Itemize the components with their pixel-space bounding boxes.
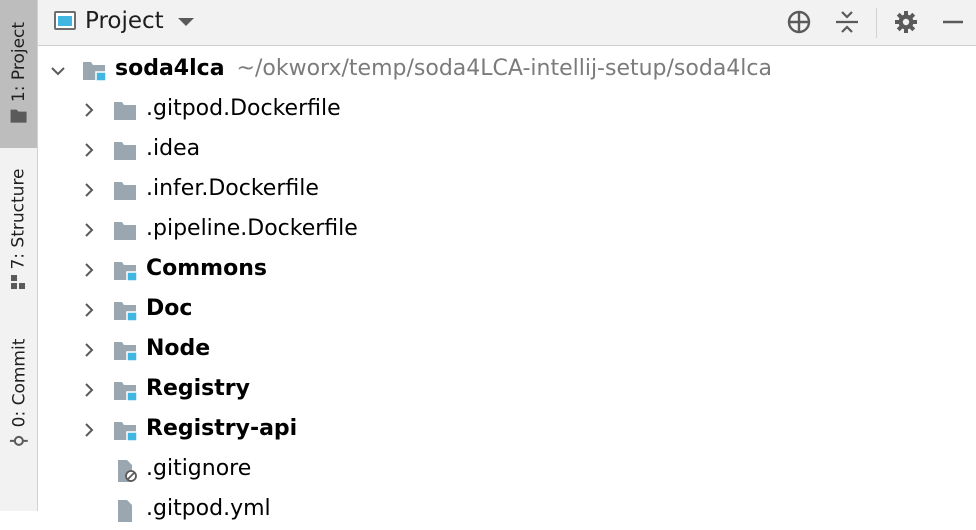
tool-window-strip: 1: Project 7: Structure 0: Commit xyxy=(0,0,38,511)
chevron-right-icon[interactable] xyxy=(82,223,96,237)
project-window-icon xyxy=(54,11,76,30)
folder-icon xyxy=(114,222,136,240)
folder-icon xyxy=(114,182,136,200)
tree-item-label: .gitpod.yml xyxy=(146,496,271,521)
chevron-right-icon[interactable] xyxy=(82,383,96,397)
tree-root-label: soda4lca ~/okworx/temp/soda4LCA-intellij-… xyxy=(115,56,772,81)
project-tree: soda4lca ~/okworx/temp/soda4LCA-intellij-… xyxy=(38,46,976,522)
chevron-down-icon[interactable] xyxy=(178,18,194,26)
ignored-file-icon xyxy=(118,460,137,482)
minimize-icon xyxy=(943,20,963,24)
tool-tab-project[interactable]: 1: Project xyxy=(0,0,37,148)
folder-icon xyxy=(114,102,136,120)
tool-tab-commit-label: 0: Commit xyxy=(8,338,29,427)
collapse-all-icon xyxy=(836,11,858,33)
module-folder-icon xyxy=(114,342,138,362)
tree-item-label: Registry xyxy=(146,376,250,401)
folder-icon xyxy=(10,107,28,128)
tree-item-row[interactable]: Registry xyxy=(38,370,976,410)
tree-item-label: .gitpod.Dockerfile xyxy=(146,96,341,121)
chevron-right-icon[interactable] xyxy=(82,143,96,157)
tree-item-label: Node xyxy=(146,336,211,361)
crosshair-icon xyxy=(787,10,811,34)
tree-item-row[interactable]: Commons xyxy=(38,250,976,290)
gear-icon xyxy=(895,11,917,33)
project-header: Project xyxy=(38,0,976,46)
tree-item-label: .gitignore xyxy=(146,456,252,481)
module-folder-icon xyxy=(114,262,138,282)
tree-item-row[interactable]: Doc xyxy=(38,290,976,330)
header-separator xyxy=(876,8,877,38)
tree-item-row[interactable]: .gitpod.yml xyxy=(38,490,976,530)
tree-item-row[interactable]: .infer.Dockerfile xyxy=(38,170,976,210)
tree-item-row[interactable]: .gitpod.Dockerfile xyxy=(38,90,976,130)
tree-item-row[interactable]: .pipeline.Dockerfile xyxy=(38,210,976,250)
chevron-down-icon[interactable] xyxy=(51,64,65,78)
tree-item-row[interactable]: .gitignore xyxy=(38,450,976,490)
settings-button[interactable] xyxy=(893,9,919,35)
tree-item-label: .pipeline.Dockerfile xyxy=(146,216,358,241)
file-icon xyxy=(118,500,132,522)
module-folder-icon xyxy=(114,302,138,322)
tree-item-label: Doc xyxy=(146,296,193,321)
tool-tab-structure-label: 7: Structure xyxy=(8,167,29,270)
chevron-right-icon[interactable] xyxy=(82,183,96,197)
chevron-right-icon[interactable] xyxy=(82,263,96,277)
tree-root-row[interactable]: soda4lca ~/okworx/temp/soda4LCA-intellij-… xyxy=(38,50,976,90)
chevron-right-icon[interactable] xyxy=(82,343,96,357)
tool-tab-commit[interactable]: 0: Commit xyxy=(0,330,37,460)
locate-button[interactable] xyxy=(786,9,812,35)
tree-item-row[interactable]: Registry-api xyxy=(38,410,976,450)
tool-tab-project-label: 1: Project xyxy=(8,21,29,102)
collapse-all-button[interactable] xyxy=(834,9,860,35)
tree-item-label: .infer.Dockerfile xyxy=(146,176,319,201)
module-folder-icon xyxy=(114,382,138,402)
chevron-right-icon[interactable] xyxy=(82,423,96,437)
tree-item-label: Registry-api xyxy=(146,416,298,441)
tree-item-row[interactable]: Node xyxy=(38,330,976,370)
header-title[interactable]: Project xyxy=(85,8,164,34)
tree-item-label: Commons xyxy=(146,256,267,281)
chevron-right-icon[interactable] xyxy=(82,303,96,317)
tree-root-path: ~/okworx/temp/soda4LCA-intellij-setup/so… xyxy=(236,56,772,81)
module-folder-icon xyxy=(114,422,138,442)
structure-icon xyxy=(11,274,27,295)
hide-button[interactable] xyxy=(940,9,966,35)
folder-icon xyxy=(114,142,136,160)
tool-tab-structure[interactable]: 7: Structure xyxy=(0,160,37,300)
tree-item-label: .idea xyxy=(146,136,201,161)
module-folder-icon xyxy=(83,62,107,82)
tree-item-row[interactable]: .idea xyxy=(38,130,976,170)
commit-icon xyxy=(9,432,28,453)
chevron-right-icon[interactable] xyxy=(82,103,96,117)
